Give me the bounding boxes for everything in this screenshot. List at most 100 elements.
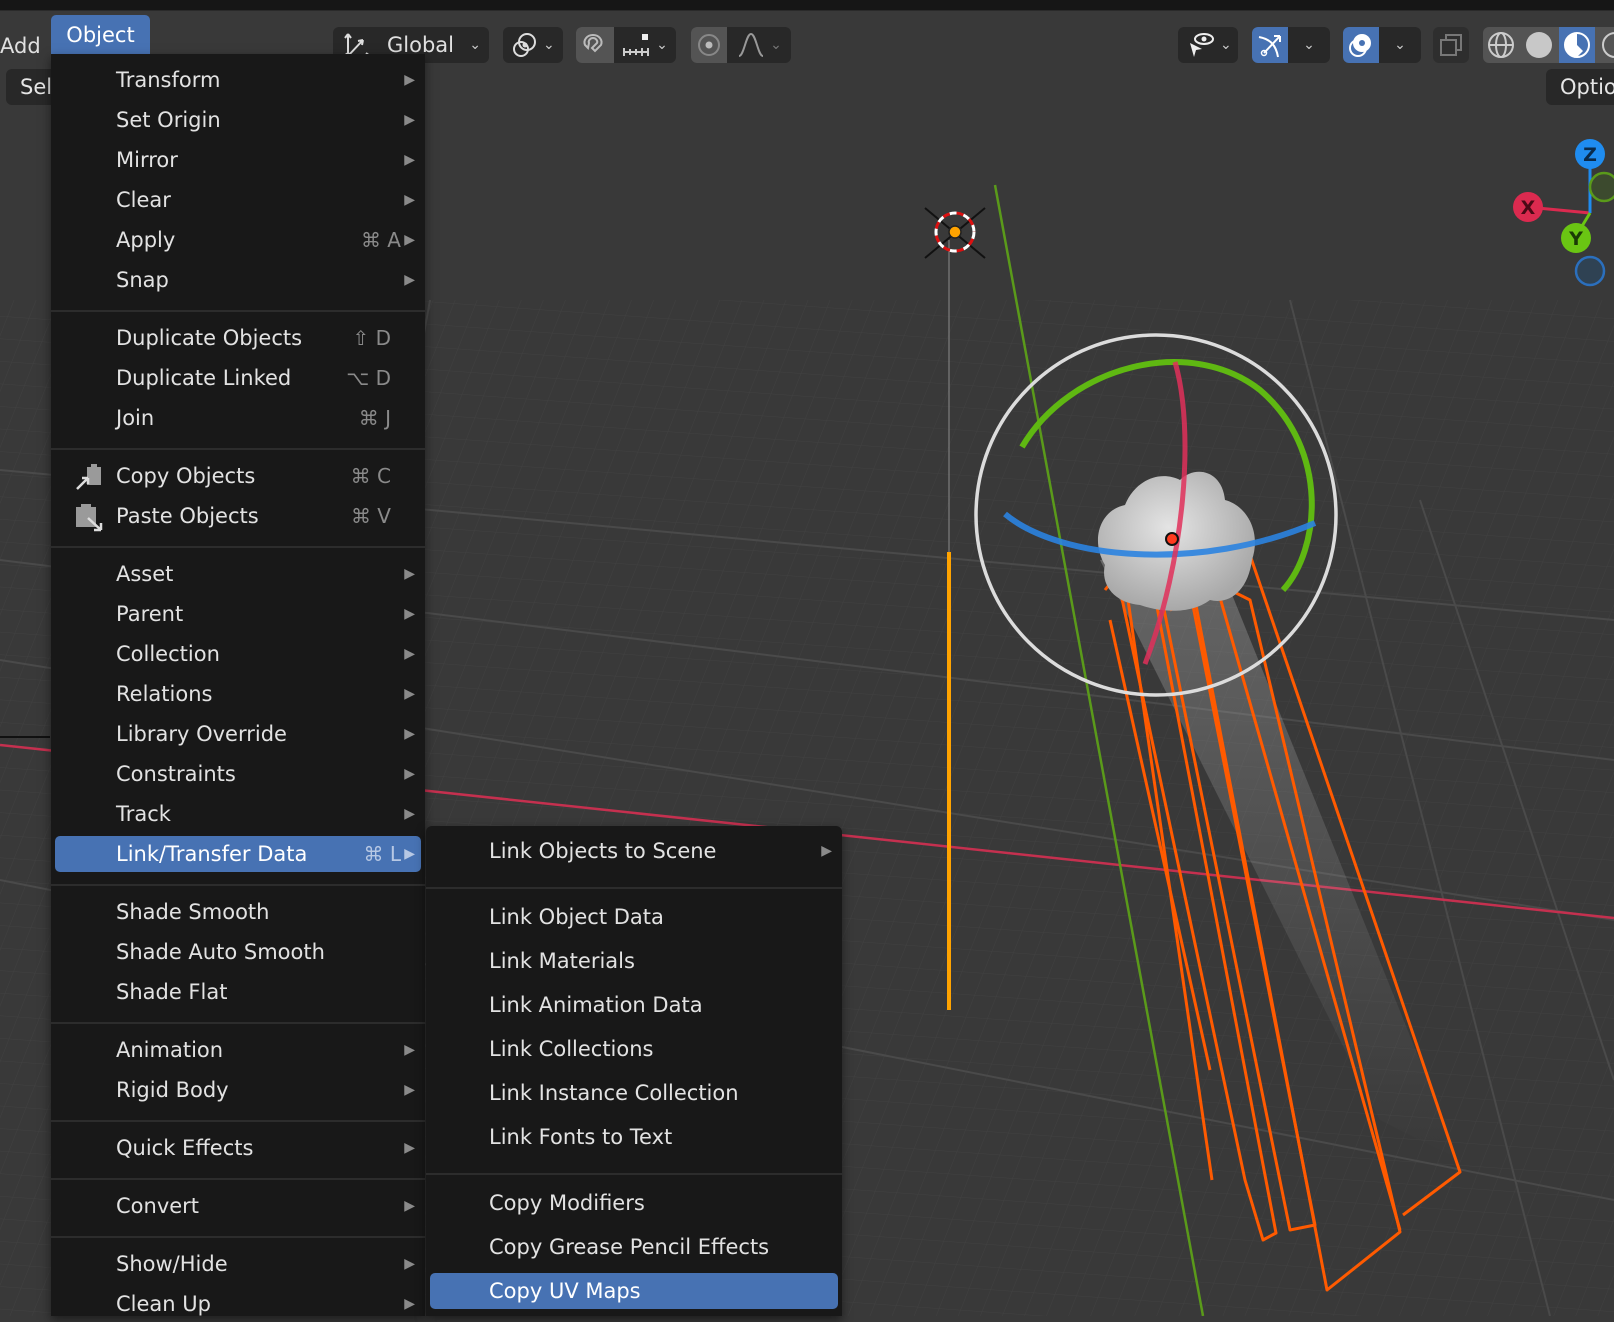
overlays-dropdown[interactable]: ⌄ <box>1379 27 1421 63</box>
menu-item-show-hide[interactable]: Show/Hide ▶ <box>55 1246 421 1282</box>
menu-item-link-object-data[interactable]: Link Object Data <box>430 899 838 935</box>
submenu-arrow-icon: ▶ <box>404 686 415 702</box>
neg-y-axis-handle <box>1588 171 1614 203</box>
menu-item-link-animation-data[interactable]: Link Animation Data <box>430 987 838 1023</box>
menu-item-library-override[interactable]: Library Override ▶ <box>55 716 421 752</box>
menu-item-set-origin[interactable]: Set Origin ▶ <box>55 102 421 138</box>
menu-item-link-instance-collection[interactable]: Link Instance Collection <box>430 1075 838 1111</box>
menu-separator <box>426 1173 842 1175</box>
menu-item-apply[interactable]: Apply ⌘ A ▶ <box>55 222 421 258</box>
shading-wireframe-button[interactable] <box>1483 27 1519 63</box>
menu-item-shade-auto-smooth[interactable]: Shade Auto Smooth <box>55 934 421 970</box>
menu-item-shade-flat[interactable]: Shade Flat <box>55 974 421 1010</box>
menu-item-label: Clear <box>116 188 171 212</box>
add-menu[interactable]: Add <box>0 27 41 64</box>
menu-item-label: Duplicate Objects <box>116 326 303 350</box>
snap-controls: ⌄ <box>576 27 676 63</box>
submenu-arrow-icon: ▶ <box>404 806 415 822</box>
shading-solid-button[interactable] <box>1521 27 1557 63</box>
menu-item-label: Asset <box>116 562 174 586</box>
submenu-arrow-icon: ▶ <box>404 1082 415 1098</box>
snap-toggle[interactable] <box>576 27 614 63</box>
submenu-arrow-icon: ▶ <box>404 846 415 862</box>
menu-item-link-materials[interactable]: Link Materials <box>430 943 838 979</box>
menu-item-link-transfer-data[interactable]: Link/Transfer Data ⌘ L ▶ <box>55 836 421 872</box>
menu-item-constraints[interactable]: Constraints ▶ <box>55 756 421 792</box>
menu-item-copy-uv-maps[interactable]: Copy UV Maps <box>430 1273 838 1309</box>
proportional-controls: ⌄ <box>691 27 791 63</box>
menu-item-label: Link/Transfer Data <box>116 842 308 866</box>
menu-item-label: Snap <box>116 268 169 292</box>
menu-separator <box>51 1022 425 1024</box>
falloff-dropdown[interactable]: ⌄ <box>727 27 791 63</box>
overlay-controls: ⌄ <box>1343 27 1421 63</box>
menu-item-quick-effects[interactable]: Quick Effects ▶ <box>55 1130 421 1166</box>
snap-target-dropdown[interactable]: ⌄ <box>614 27 676 63</box>
menu-item-link-fonts-to-text[interactable]: Link Fonts to Text <box>430 1119 838 1155</box>
shortcut-hint: ⌘ V <box>350 504 391 528</box>
menu-item-asset[interactable]: Asset ▶ <box>55 556 421 592</box>
wireframe-sphere-icon <box>1488 32 1514 58</box>
menu-item-join[interactable]: Join ⌘ J <box>55 400 421 436</box>
submenu-arrow-icon: ▶ <box>404 232 415 248</box>
gizmo-dropdown[interactable]: ⌄ <box>1288 27 1330 63</box>
menu-item-clean-up[interactable]: Clean Up ▶ <box>55 1286 421 1322</box>
menu-item-copy-objects[interactable]: Copy Objects ⌘ C <box>55 458 421 494</box>
menu-item-label: Shade Flat <box>116 980 228 1004</box>
menu-item-duplicate-objects[interactable]: Duplicate Objects ⇧ D <box>55 320 421 356</box>
menu-item-copy-grease-pencil-effects[interactable]: Copy Grease Pencil Effects <box>430 1229 838 1265</box>
menu-item-parent[interactable]: Parent ▶ <box>55 596 421 632</box>
menu-item-track[interactable]: Track ▶ <box>55 796 421 832</box>
menu-item-collection[interactable]: Collection ▶ <box>55 636 421 672</box>
submenu-arrow-icon: ▶ <box>404 1296 415 1312</box>
material-preview-sphere-icon <box>1564 32 1590 58</box>
menu-separator <box>51 884 425 886</box>
menu-item-relations[interactable]: Relations ▶ <box>55 676 421 712</box>
gizmo-controls: ⌄ <box>1252 27 1330 63</box>
menu-item-link-collections[interactable]: Link Collections <box>430 1031 838 1067</box>
object-menu-button[interactable]: Object <box>51 15 150 54</box>
y-axis-label: Y <box>1568 228 1583 250</box>
menu-item-label: Rigid Body <box>116 1078 229 1102</box>
menu-item-link-objects-to-scene[interactable]: Link Objects to Scene ▶ <box>430 833 838 869</box>
menu-item-rigid-body[interactable]: Rigid Body ▶ <box>55 1072 421 1108</box>
submenu-arrow-icon: ▶ <box>404 1256 415 1272</box>
options-button[interactable]: Optio <box>1546 69 1614 105</box>
menu-item-convert[interactable]: Convert ▶ <box>55 1188 421 1224</box>
selectability-visibility-dropdown[interactable]: ⌄ <box>1178 27 1238 63</box>
menu-separator <box>51 1120 425 1122</box>
proportional-editing-toggle[interactable] <box>691 27 727 63</box>
menu-item-label: Set Origin <box>116 108 221 132</box>
menu-item-label: Link Collections <box>489 1037 654 1061</box>
menu-item-label: Link Materials <box>489 949 635 973</box>
menu-item-transform[interactable]: Transform ▶ <box>55 62 421 98</box>
menu-item-copy-modifiers[interactable]: Copy Modifiers <box>430 1185 838 1221</box>
paste-objects-icon <box>74 502 104 532</box>
menu-item-duplicate-linked[interactable]: Duplicate Linked ⌥ D <box>55 360 421 396</box>
menu-item-mirror[interactable]: Mirror ▶ <box>55 142 421 178</box>
xray-toggle[interactable] <box>1433 27 1469 63</box>
menu-item-label: Copy Objects <box>116 464 256 488</box>
shading-material-preview-button[interactable] <box>1559 27 1595 63</box>
menu-item-label: Parent <box>116 602 184 626</box>
chevron-down-icon: ⌄ <box>1220 37 1232 53</box>
menu-item-label: Clean Up <box>116 1292 211 1316</box>
submenu-arrow-icon: ▶ <box>404 112 415 128</box>
submenu-arrow-icon: ▶ <box>404 766 415 782</box>
menu-item-animation[interactable]: Animation ▶ <box>55 1032 421 1068</box>
menu-item-clear[interactable]: Clear ▶ <box>55 182 421 218</box>
gizmo-toggle[interactable] <box>1252 27 1288 63</box>
menu-item-snap[interactable]: Snap ▶ <box>55 262 421 298</box>
viewport-header: Add Global ⌄ ⌄ ⌄ ⌄ ⌄ ⌄ ⌄ <box>0 11 1614 63</box>
shortcut-hint: ⌘ A <box>360 228 401 252</box>
menu-item-label: Convert <box>116 1194 200 1218</box>
shortcut-hint: ⌘ L <box>363 842 402 866</box>
menu-item-paste-objects[interactable]: Paste Objects ⌘ V <box>55 498 421 534</box>
menu-item-shade-smooth[interactable]: Shade Smooth <box>55 894 421 930</box>
overlays-toggle[interactable] <box>1343 27 1379 63</box>
pivot-point-dropdown[interactable]: ⌄ <box>503 27 563 63</box>
object-menu: Transform ▶ Set Origin ▶ Mirror ▶ Clear ▶ Apply ⌘… <box>51 54 425 1316</box>
menu-separator <box>51 546 425 548</box>
shortcut-hint: ⌘ J <box>358 406 391 430</box>
shading-rendered-button[interactable] <box>1597 27 1614 63</box>
